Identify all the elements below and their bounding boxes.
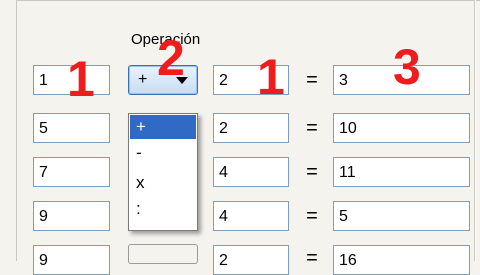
equals-sign: = (306, 247, 318, 269)
group-border (475, 0, 476, 261)
operand-b-field[interactable]: 4 (213, 201, 289, 231)
dropdown-option-multiply[interactable]: x (130, 171, 196, 195)
annotation-number: 3 (393, 39, 421, 95)
equals-sign: = (306, 205, 318, 227)
operation-select[interactable] (128, 244, 198, 264)
result-field[interactable]: 11 (333, 157, 470, 187)
operand-a-field[interactable]: 9 (33, 245, 110, 275)
dropdown-option-divide[interactable]: : (130, 197, 196, 221)
operand-a-field[interactable]: 9 (33, 201, 110, 231)
dropdown-option-plus[interactable]: + (130, 115, 196, 139)
result-field[interactable]: 5 (333, 201, 470, 231)
operation-select-value: + (138, 71, 148, 88)
operand-b-field[interactable]: 2 (213, 245, 289, 275)
operation-dropdown-list: + - x : (128, 113, 198, 231)
equals-sign: = (306, 117, 318, 139)
result-field[interactable]: 10 (333, 113, 470, 143)
annotation-number: 1 (257, 49, 285, 105)
annotation-number: 2 (157, 30, 185, 86)
calculator-panel: Operación 1 + 2 = 3 5 2 = 10 7 4 = 11 9 … (0, 0, 480, 275)
operand-a-field[interactable]: 7 (33, 157, 110, 187)
group-border (16, 0, 480, 1)
operand-a-field[interactable]: 5 (33, 113, 110, 143)
annotation-number: 1 (67, 51, 95, 107)
group-border (16, 0, 17, 261)
equals-sign: = (306, 161, 318, 183)
equals-sign: = (306, 69, 318, 91)
operand-b-field[interactable]: 2 (213, 113, 289, 143)
dropdown-option-minus[interactable]: - (130, 141, 196, 165)
result-field[interactable]: 16 (333, 245, 470, 275)
operand-b-field[interactable]: 4 (213, 157, 289, 187)
